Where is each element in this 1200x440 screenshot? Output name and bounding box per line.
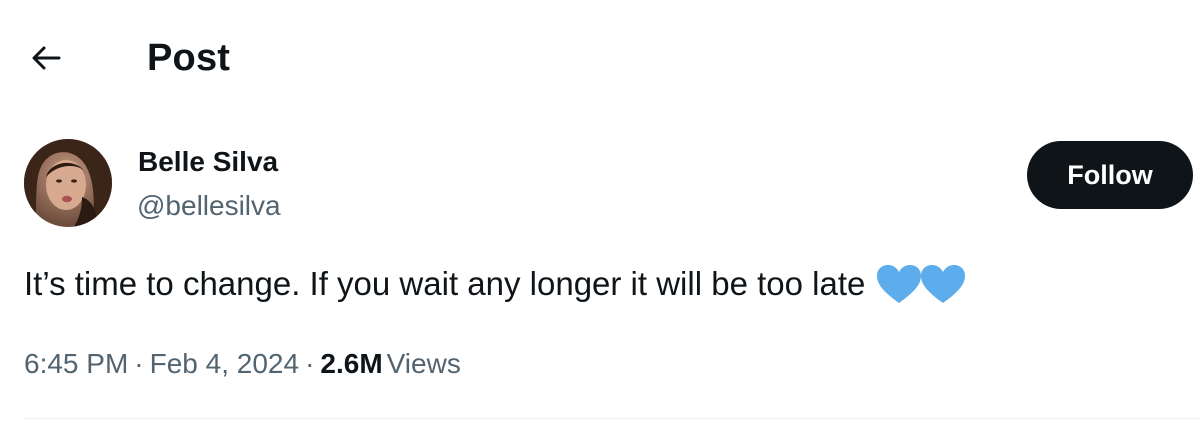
avatar[interactable] [24, 139, 112, 227]
post-body: It’s time to change. If you wait any lon… [24, 262, 966, 306]
back-button[interactable] [22, 34, 70, 82]
page-header: Post [0, 0, 1200, 120]
follow-button[interactable]: Follow [1027, 141, 1193, 209]
author-name[interactable]: Belle Silva [138, 145, 278, 179]
emoji-group [875, 263, 966, 305]
views-count[interactable]: 2.6M [320, 348, 382, 379]
blue-heart-icon [921, 265, 966, 303]
blue-heart-icon [877, 265, 922, 303]
post-text: It’s time to change. If you wait any lon… [24, 265, 866, 302]
views-label[interactable]: Views [387, 348, 461, 379]
page-title: Post [147, 37, 231, 79]
post-page: Post Belle Silva @bellesilva Follow It’s… [0, 0, 1200, 440]
post-meta: 6:45 PM · Feb 4, 2024 · 2.6M Views [24, 346, 461, 382]
post-time[interactable]: 6:45 PM [24, 348, 128, 379]
meta-separator: · [305, 348, 315, 379]
divider [24, 418, 1200, 419]
meta-separator: · [134, 348, 144, 379]
author-handle[interactable]: @bellesilva [137, 189, 281, 223]
arrow-left-icon [32, 46, 61, 70]
post-date[interactable]: Feb 4, 2024 [150, 348, 299, 379]
profile-photo [24, 139, 112, 227]
